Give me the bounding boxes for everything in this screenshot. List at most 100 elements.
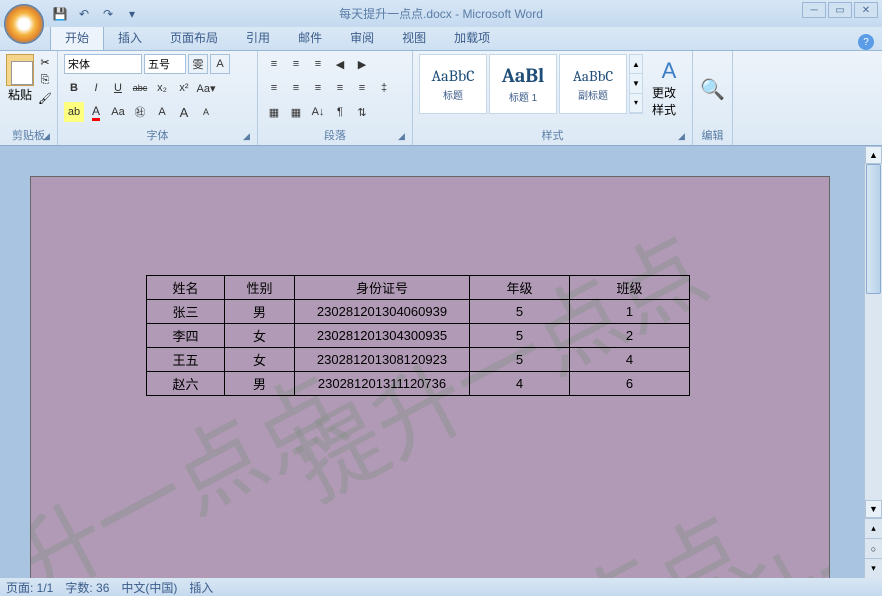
styles-launcher-icon[interactable]: ◢ bbox=[678, 131, 690, 143]
justify-icon[interactable]: ≡ bbox=[330, 78, 350, 98]
table-row: 赵六男23028120131112073646 bbox=[147, 372, 690, 396]
styles-label: 样式 bbox=[419, 125, 686, 143]
status-words[interactable]: 字数: 36 bbox=[65, 579, 109, 596]
char-scaling-icon[interactable]: Aa bbox=[108, 102, 128, 122]
style-heading[interactable]: AaBbC 标题 bbox=[419, 54, 487, 114]
browse-object-icon[interactable]: ○ bbox=[865, 538, 882, 558]
italic-button[interactable]: I bbox=[86, 78, 106, 98]
gallery-down-icon[interactable]: ▼ bbox=[630, 74, 642, 93]
align-center-icon[interactable]: ≡ bbox=[286, 78, 306, 98]
save-icon[interactable]: 💾 bbox=[50, 4, 70, 24]
find-icon[interactable]: 🔍 bbox=[700, 77, 725, 102]
status-lang[interactable]: 中文(中国) bbox=[121, 579, 177, 596]
header-name[interactable]: 姓名 bbox=[147, 276, 225, 300]
paragraph-launcher-icon[interactable]: ◢ bbox=[398, 131, 410, 143]
enclose-char-icon[interactable]: ㊓ bbox=[130, 102, 150, 122]
status-bar: 页面: 1/1 字数: 36 中文(中国) 插入 bbox=[0, 578, 882, 596]
strike-button[interactable]: abc bbox=[130, 78, 150, 98]
header-gender[interactable]: 性别 bbox=[225, 276, 295, 300]
change-styles-icon: A bbox=[662, 58, 677, 84]
shading-icon[interactable]: ▦ bbox=[264, 102, 284, 122]
restore-button[interactable]: ▭ bbox=[828, 2, 852, 18]
align-right-icon[interactable]: ≡ bbox=[308, 78, 328, 98]
line-spacing-icon[interactable]: ‡ bbox=[374, 78, 394, 98]
numbering-icon[interactable]: ≡ bbox=[286, 54, 306, 74]
ribbon-tabs: 开始 插入 页面布局 引用 邮件 审阅 视图 加载项 ? bbox=[0, 27, 882, 51]
dec-indent-icon[interactable]: ◀ bbox=[330, 54, 350, 74]
font-name-select[interactable] bbox=[64, 54, 142, 74]
paste-button[interactable]: 粘贴 bbox=[6, 54, 34, 103]
superscript-button[interactable]: x² bbox=[174, 78, 194, 98]
next-page-icon[interactable]: ▾ bbox=[865, 558, 882, 578]
multilevel-icon[interactable]: ≡ bbox=[308, 54, 328, 74]
change-styles-button[interactable]: A 更改样式 bbox=[652, 54, 686, 118]
gallery-more-icon[interactable]: ▾ bbox=[630, 94, 642, 113]
data-table[interactable]: 姓名 性别 身份证号 年级 班级 张三男23028120130406093951… bbox=[146, 275, 690, 396]
show-marks-icon[interactable]: ¶ bbox=[330, 102, 350, 122]
tab-addins[interactable]: 加载项 bbox=[440, 25, 504, 50]
subscript-button[interactable]: x₂ bbox=[152, 78, 172, 98]
undo-icon[interactable]: ↶ bbox=[74, 4, 94, 24]
bold-button[interactable]: B bbox=[64, 78, 84, 98]
tab-page-layout[interactable]: 页面布局 bbox=[156, 25, 232, 50]
align-left-icon[interactable]: ≡ bbox=[264, 78, 284, 98]
qat-customize-icon[interactable]: ▾ bbox=[122, 4, 142, 24]
tab-view[interactable]: 视图 bbox=[388, 25, 440, 50]
paragraph-label: 段落 bbox=[264, 125, 406, 143]
scroll-up-icon[interactable]: ▲ bbox=[865, 146, 882, 164]
page[interactable]: 提升一点点 提升一点点 提升一点点 提升一点点 姓名 性别 身份证号 年级 班级… bbox=[30, 176, 830, 578]
style-heading-1[interactable]: AaBl 标题 1 bbox=[489, 54, 557, 114]
paste-label: 粘贴 bbox=[8, 86, 32, 103]
gallery-scroll: ▲ ▼ ▾ bbox=[629, 54, 643, 114]
tab-review[interactable]: 审阅 bbox=[336, 25, 388, 50]
watermark: 提升一点点 bbox=[627, 389, 830, 578]
text-direction-icon[interactable]: ⇅ bbox=[352, 102, 372, 122]
header-class[interactable]: 班级 bbox=[570, 276, 690, 300]
highlight-color-icon[interactable]: ab bbox=[64, 102, 84, 122]
scroll-thumb[interactable] bbox=[866, 164, 881, 294]
help-icon[interactable]: ? bbox=[858, 34, 874, 50]
tab-insert[interactable]: 插入 bbox=[104, 25, 156, 50]
document-area: 提升一点点 提升一点点 提升一点点 提升一点点 姓名 性别 身份证号 年级 班级… bbox=[0, 146, 882, 578]
header-id[interactable]: 身份证号 bbox=[295, 276, 470, 300]
status-page[interactable]: 页面: 1/1 bbox=[6, 579, 53, 596]
bullets-icon[interactable]: ≡ bbox=[264, 54, 284, 74]
phonetic-guide-icon[interactable]: 雯 bbox=[188, 54, 208, 74]
prev-page-icon[interactable]: ▴ bbox=[865, 518, 882, 538]
distribute-icon[interactable]: ≡ bbox=[352, 78, 372, 98]
shrink-font-icon[interactable]: A bbox=[196, 102, 216, 122]
window-title: 每天提升一点点.docx - Microsoft Word bbox=[339, 5, 543, 22]
change-case-icon[interactable]: Aa▾ bbox=[196, 78, 216, 98]
tab-home[interactable]: 开始 bbox=[50, 24, 104, 50]
font-size-select[interactable] bbox=[144, 54, 186, 74]
minimize-button[interactable]: ─ bbox=[802, 2, 826, 18]
cut-icon[interactable]: ✂ bbox=[37, 54, 53, 70]
tab-references[interactable]: 引用 bbox=[232, 25, 284, 50]
clipboard-launcher-icon[interactable]: ◢ bbox=[43, 131, 55, 143]
table-header-row: 姓名 性别 身份证号 年级 班级 bbox=[147, 276, 690, 300]
scroll-down-icon[interactable]: ▼ bbox=[865, 500, 882, 518]
borders-icon[interactable]: ▦ bbox=[286, 102, 306, 122]
office-button[interactable] bbox=[4, 4, 44, 44]
table-row: 张三男23028120130406093951 bbox=[147, 300, 690, 324]
gallery-up-icon[interactable]: ▲ bbox=[630, 55, 642, 74]
sort-icon[interactable]: A↓ bbox=[308, 102, 328, 122]
char-shading-icon[interactable]: A bbox=[152, 102, 172, 122]
scroll-track[interactable] bbox=[865, 164, 882, 500]
status-mode[interactable]: 插入 bbox=[189, 579, 213, 596]
style-subtitle[interactable]: AaBbC 副标题 bbox=[559, 54, 627, 114]
underline-button[interactable]: U bbox=[108, 78, 128, 98]
inc-indent-icon[interactable]: ▶ bbox=[352, 54, 372, 74]
grow-font-icon[interactable]: A bbox=[174, 102, 194, 122]
group-font: 雯 A B I U abc x₂ x² Aa▾ ab A Aa ㊓ A A A bbox=[58, 51, 258, 145]
font-color-icon[interactable]: A bbox=[86, 102, 106, 122]
char-border-icon[interactable]: A bbox=[210, 54, 230, 74]
font-launcher-icon[interactable]: ◢ bbox=[243, 131, 255, 143]
copy-icon[interactable]: ⎘ bbox=[37, 72, 53, 88]
redo-icon[interactable]: ↷ bbox=[98, 4, 118, 24]
group-styles: AaBbC 标题 AaBl 标题 1 AaBbC 副标题 ▲ ▼ ▾ bbox=[413, 51, 693, 145]
close-button[interactable]: ✕ bbox=[854, 2, 878, 18]
format-painter-icon[interactable]: 🖌 bbox=[37, 90, 53, 106]
header-grade[interactable]: 年级 bbox=[470, 276, 570, 300]
tab-mailings[interactable]: 邮件 bbox=[284, 25, 336, 50]
